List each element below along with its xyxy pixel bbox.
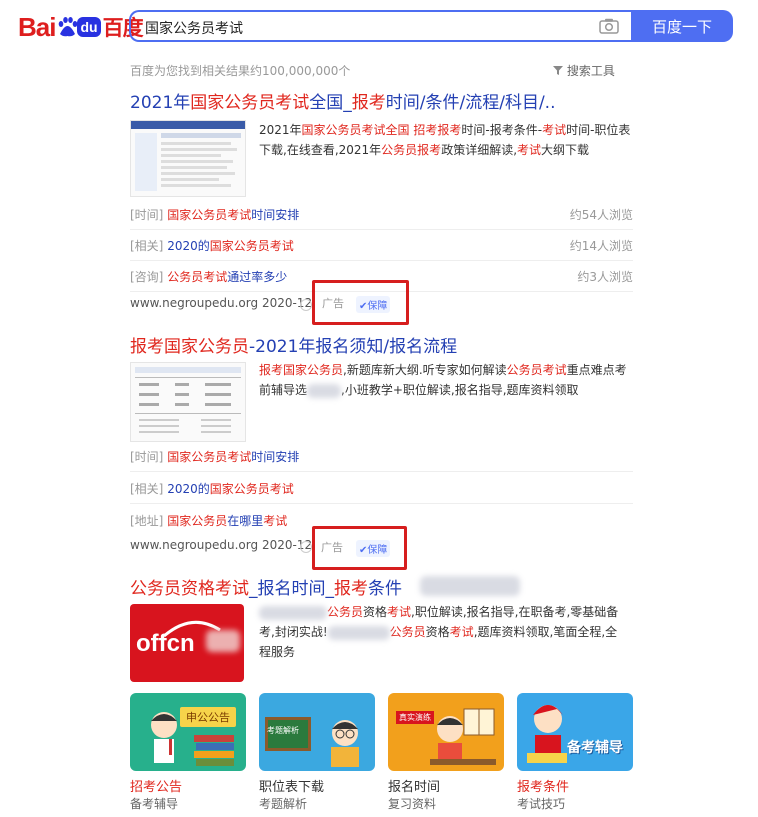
title-part: 全国_: [309, 93, 352, 113]
search-input[interactable]: [143, 16, 587, 40]
title-highlight: 报考国家公务员: [130, 337, 249, 357]
sublink-text: 时间安排: [251, 450, 300, 464]
title-part: -2021年报名须知/报名流程: [249, 337, 458, 357]
url-text: www.negroupedu.org: [130, 538, 259, 552]
sublink-text: 通过率多少: [227, 270, 288, 284]
safe-badge[interactable]: ✔保障: [356, 540, 391, 557]
sublink-tag: [咨询]: [130, 270, 164, 284]
blurred-logo: [206, 630, 240, 652]
result3-title[interactable]: 公务员资格考试_报名时间_报考条件: [130, 574, 402, 599]
card-title: 报名时间: [388, 780, 441, 795]
logo-text-du: du: [77, 17, 101, 37]
result3-description: 公务员资格考试,职位解读,报名指导,在职备考,零基础备 考,封闭实战! 公务员资格…: [259, 605, 619, 659]
card-job-table-download[interactable]: 考题解析 职位表下载 考题解析: [259, 693, 375, 812]
card-registration-time[interactable]: 真实演练 报名时间 复习资料: [388, 693, 504, 812]
card-image-label: 考题解析: [267, 726, 299, 735]
card-image: 考题解析: [259, 693, 375, 771]
baidu-logo[interactable]: Bai du 百度: [18, 11, 144, 42]
sublink-highlight: 考试: [263, 513, 288, 528]
title-part: 时间/条件/流程/科目/..: [385, 93, 556, 113]
card-image: 备考辅导: [517, 693, 633, 771]
title-highlight: 报考: [351, 93, 386, 113]
card-subtitle: 备考辅导: [130, 797, 179, 811]
result1-url[interactable]: www.negroupedu.org 2020-12: [130, 296, 312, 310]
view-count: 约14人浏览: [569, 239, 633, 253]
card-subtitle: 考题解析: [259, 797, 308, 811]
safe-label: 保障: [367, 545, 388, 556]
card-title: 报考条件: [517, 780, 570, 795]
sublink-highlight: 国家公务员考试: [209, 239, 294, 253]
result1-sublink-time[interactable]: [时间] 国家公务员考试时间安排 约54人浏览: [130, 200, 633, 230]
camera-icon[interactable]: [599, 18, 619, 38]
result1-thumbnail[interactable]: [130, 120, 246, 197]
card-image-label: 备考辅导: [567, 740, 623, 756]
view-count: 约54人浏览: [569, 208, 633, 222]
offcn-logo-image[interactable]: offcn: [130, 604, 244, 682]
sublink-tag: [时间]: [130, 208, 164, 222]
card-image-label: 申公公告: [180, 707, 236, 727]
search-button[interactable]: 百度一下: [631, 10, 733, 42]
sublink-highlight: 国家公务员: [167, 513, 228, 528]
search-tools-label: 搜索工具: [566, 64, 615, 78]
sublink-text: 在哪里: [227, 513, 264, 528]
card-subtitle: 考试技巧: [517, 797, 566, 811]
blurred-text: [327, 625, 390, 640]
more-icon[interactable]: [300, 299, 312, 311]
filter-icon: [553, 64, 567, 78]
sublink-highlight: 国家公务员考试: [167, 450, 252, 464]
view-count: 约3人浏览: [577, 270, 633, 284]
title-highlight: 考试: [215, 579, 249, 599]
result1-title[interactable]: 2021年国家公务员考试全国_报考时间/条件/流程/科目/..: [130, 88, 555, 113]
card-recruit-notice[interactable]: 申公公告 招考公告 备考辅导: [130, 693, 246, 812]
sublink-highlight: 公务员考试: [167, 270, 228, 284]
title-part: _报名时间_: [249, 579, 334, 599]
sublink-text: 2020的: [167, 482, 210, 496]
blurred-text: [307, 383, 342, 398]
sublink-tag: [相关]: [130, 239, 164, 253]
card-image: 申公公告: [130, 693, 246, 771]
sublink-tag: [相关]: [130, 482, 164, 496]
ad-label[interactable]: 广告: [321, 539, 343, 555]
result2-url[interactable]: www.negroupedu.org 2020-12: [130, 538, 312, 552]
card-title: 职位表下载: [259, 780, 325, 795]
sublink-text: 2020的: [167, 239, 210, 253]
card-subtitle: 复习资料: [388, 797, 437, 811]
result-stats: 百度为您找到相关结果约100,000,000个: [130, 64, 351, 78]
title-highlight: 报考: [334, 579, 368, 599]
paw-icon: [56, 16, 78, 38]
url-text: www.negroupedu.org: [130, 296, 259, 310]
title-part: 条件: [368, 579, 402, 599]
safe-badge[interactable]: ✔保障: [356, 296, 391, 313]
safe-label: 保障: [367, 301, 388, 312]
card-title: 招考公告: [130, 780, 183, 795]
logo-text-bai: Bai: [18, 11, 56, 42]
sublink-highlight: 国家公务员考试: [209, 482, 294, 496]
ad-label[interactable]: 广告: [322, 295, 344, 311]
sublink-text: 时间安排: [251, 208, 300, 222]
result1-description: 2021年国家公务员考试全国 招考报考时间-报考条件-考试时间-职位表 下载,在…: [259, 123, 631, 157]
result2-sublink-time[interactable]: [时间] 国家公务员考试时间安排: [130, 442, 633, 472]
more-icon[interactable]: [300, 541, 312, 553]
card-application-conditions[interactable]: 备考辅导 报考条件 考试技巧: [517, 693, 633, 812]
card-image: 真实演练: [388, 693, 504, 771]
title-highlight: 国家公务员考试: [190, 93, 310, 113]
result2-thumbnail[interactable]: [130, 362, 246, 442]
search-tools-button[interactable]: 搜索工具: [553, 62, 615, 79]
sublink-tag: [地址]: [130, 513, 164, 528]
result2-title[interactable]: 报考国家公务员-2021年报名须知/报名流程: [130, 332, 457, 357]
result2-description: 报考国家公务员,新题库新大纲.听专家如何解读公务员考试重点难点考 前辅导选 ,小班…: [259, 363, 627, 398]
result2-sublink-related[interactable]: [相关] 2020的国家公务员考试: [130, 474, 633, 504]
blurred-title-suffix: [420, 576, 520, 596]
title-part: 2021年: [130, 93, 191, 113]
result1-sublink-related[interactable]: [相关] 2020的国家公务员考试 约14人浏览: [130, 231, 633, 261]
sublink-highlight: 国家公务员考试: [167, 208, 252, 222]
blurred-text: [259, 605, 327, 620]
search-box: [129, 10, 631, 42]
sublink-tag: [时间]: [130, 450, 164, 464]
title-highlight: 公务员资格: [130, 579, 215, 599]
